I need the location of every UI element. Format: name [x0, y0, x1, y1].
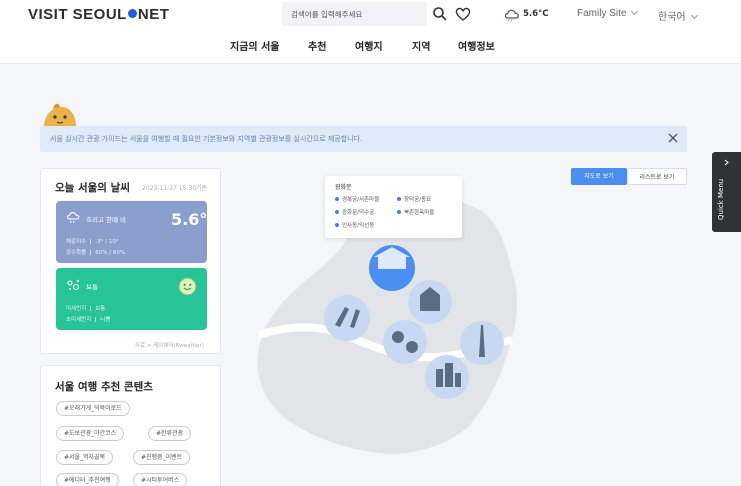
- language-label: 한국어: [658, 12, 686, 23]
- dust-icon: [67, 279, 80, 290]
- rain-label: 강수확률: [66, 250, 87, 256]
- dot-icon: [335, 210, 339, 214]
- divider: [90, 239, 92, 244]
- smile-face-icon: [178, 277, 197, 296]
- ultrafine-value: 나쁨: [100, 317, 111, 323]
- fine-dust-label: 미세먼지: [66, 306, 87, 312]
- nav-regions[interactable]: 지역: [412, 38, 430, 53]
- recommend-tag[interactable]: #에디터_추천여행: [56, 473, 119, 486]
- banner-text: 서울 실시간 관광 가이드는 서울을 여행할 때 필요한 기본정보와 지역별 관…: [50, 135, 363, 143]
- rain-value: 60% / 60%: [95, 250, 126, 256]
- logo-text: VISIT SEOUL: [28, 6, 127, 23]
- chevron-right-icon: [724, 159, 729, 166]
- ultrafine-label: 초미세먼지: [66, 317, 92, 323]
- weather-panel: 흐리고 한때 비 5.6° 체감지수 -3° / 10° 강수확률 60% / 60…: [56, 201, 207, 263]
- dot-icon: [397, 197, 401, 201]
- air-status: 보통: [86, 283, 98, 291]
- quick-menu-tab[interactable]: Quick Menu: [712, 152, 741, 232]
- search-input[interactable]: [282, 2, 427, 26]
- legend-item[interactable]: 광화문/덕수궁: [335, 208, 374, 216]
- weather-datetime: 2023-11-27 15:30기준: [142, 185, 208, 192]
- divider: [90, 306, 92, 311]
- weather-condition: 흐리고 한때 비: [86, 216, 127, 224]
- fine-dust-value: 보통: [95, 306, 106, 312]
- building-icon-2: [445, 363, 453, 387]
- family-site-label: Family Site: [577, 8, 627, 19]
- dot-icon: [335, 197, 339, 201]
- fine-dust-row: 미세먼지 보통: [66, 304, 105, 312]
- legend-item[interactable]: 북촌한옥마을: [397, 208, 434, 216]
- ultrafine-row: 초미세먼지 나쁨: [66, 315, 110, 323]
- legend-item-label: 북촌한옥마을: [404, 210, 435, 216]
- feels-row: 체감지수 -3° / 10°: [66, 237, 119, 245]
- map-view-button[interactable]: 지도로 보기: [571, 168, 627, 185]
- recommend-tag[interactable]: #오래가게_덕북이로드: [56, 401, 130, 416]
- nav-travel-info[interactable]: 여행정보: [458, 38, 495, 53]
- recommend-tag[interactable]: #한류관광: [148, 426, 192, 441]
- rain-row: 강수확률 60% / 60%: [66, 248, 125, 256]
- building-icon: [436, 369, 443, 387]
- site-header: VISIT SEOUL NET 5.6°C Family Site 한국어 지금의…: [0, 0, 741, 64]
- legend-item[interactable]: 창덕궁/종묘: [397, 195, 431, 203]
- people-icon-2: [406, 341, 418, 353]
- rain-cloud-icon: [67, 212, 80, 224]
- legend-item[interactable]: 경복궁/서촌마을: [335, 195, 379, 203]
- recommend-tag[interactable]: #시티투어버스: [133, 473, 188, 486]
- legend-item[interactable]: 인사동/익선동: [335, 221, 374, 229]
- recommend-tag[interactable]: #진행중_이벤트: [133, 450, 191, 465]
- building-icon-3: [455, 373, 461, 387]
- palace-icon: [378, 257, 406, 269]
- legend-title: 광화문: [335, 184, 352, 191]
- close-icon[interactable]: [667, 132, 679, 144]
- heart-icon[interactable]: [455, 6, 471, 22]
- nav-recommend[interactable]: 추천: [308, 38, 326, 53]
- logo-dot: [127, 9, 137, 18]
- recommend-tag[interactable]: #서울_먹자골목: [56, 450, 114, 465]
- feels-label: 체감지수: [66, 239, 87, 245]
- people-icon: [392, 331, 404, 343]
- map-marker-hongdae[interactable]: [324, 295, 370, 341]
- legend-item-label: 인사동/익선동: [342, 223, 375, 229]
- site-logo[interactable]: VISIT SEOUL NET: [28, 6, 169, 23]
- weather-source: 자료 > 케이웨더(Kweather): [135, 343, 204, 349]
- feels-value: -3° / 10°: [95, 239, 119, 245]
- map-marker-itaewon[interactable]: [383, 320, 427, 364]
- family-site-select[interactable]: Family Site: [577, 7, 639, 19]
- legend-item-label: 창덕궁/종묘: [404, 197, 432, 203]
- nav-destinations[interactable]: 여행지: [355, 38, 383, 53]
- weather-temperature: 5.6°: [171, 210, 208, 229]
- map-legend-popup: 광화문 경복궁/서촌마을 창덕궁/종묘 광화문/덕수궁 북촌한옥마을 인사동/익…: [325, 176, 462, 238]
- weather-card: 오늘 서울의 날씨 2023-11-27 15:30기준 흐리고 한때 비 5.…: [40, 168, 221, 354]
- dot-icon: [397, 210, 401, 214]
- divider: [90, 250, 92, 255]
- list-view-button[interactable]: 리스트로 보기: [627, 168, 687, 185]
- recommend-title: 서울 여행 추천 콘텐츠: [55, 381, 153, 393]
- language-select[interactable]: 한국어: [658, 8, 698, 23]
- recommend-tag[interactable]: #도보관광_야간코스: [56, 426, 125, 441]
- quick-menu-label: Quick Menu: [717, 178, 725, 220]
- legend-item-label: 경복궁/서촌마을: [342, 197, 380, 203]
- cloud-icon: [504, 9, 519, 21]
- dot-icon: [335, 223, 339, 227]
- chevron-down-icon: [631, 7, 639, 16]
- header-temperature: 5.6°C: [523, 9, 549, 19]
- weather-title: 오늘 서울의 날씨: [55, 182, 130, 194]
- recommend-card: 서울 여행 추천 콘텐츠 #오래가게_덕북이로드 #도보관광_야간코스 #한류관…: [40, 365, 221, 486]
- info-banner: 서울 실시간 관광 가이드는 서울을 여행할 때 필요한 기본정보와 지역별 관…: [40, 126, 687, 152]
- search-icon[interactable]: [432, 6, 448, 22]
- legend-item-label: 광화문/덕수궁: [342, 210, 375, 216]
- air-quality-panel: 보통 미세먼지 보통 초미세먼지 나쁨: [56, 268, 207, 330]
- chevron-down-icon: [690, 11, 698, 20]
- divider: [95, 317, 97, 322]
- logo-text-net: NET: [137, 6, 170, 23]
- nav-now-seoul[interactable]: 지금의 서울: [230, 38, 279, 53]
